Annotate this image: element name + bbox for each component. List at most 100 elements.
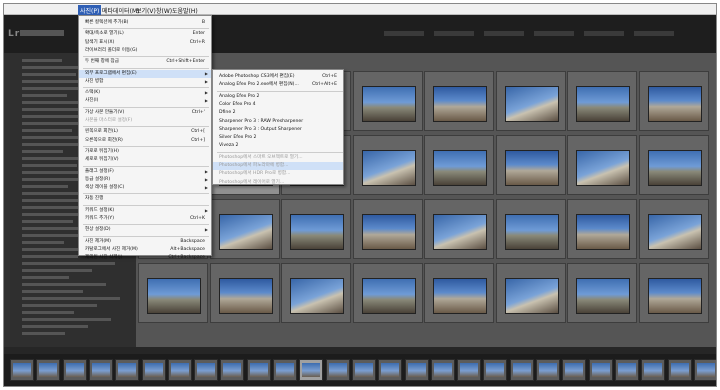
menu-item[interactable]: 제외된 사진 삭제(J) Ctrl+Backspace [79, 254, 211, 262]
filmstrip-thumbnail[interactable] [614, 359, 639, 381]
photo-thumbnail[interactable] [576, 214, 630, 250]
filmstrip-thumbnail[interactable] [430, 359, 455, 381]
grid-cell[interactable] [281, 199, 351, 259]
photo-thumbnail[interactable] [361, 278, 416, 314]
filmstrip-thumbnail[interactable] [325, 359, 350, 381]
photo-thumbnail[interactable] [433, 150, 487, 186]
filmstrip-thumbnail[interactable] [194, 359, 219, 381]
folder-row[interactable] [22, 262, 115, 265]
photo-thumbnail[interactable] [647, 86, 702, 122]
menu-item[interactable]: 자동 진행 [79, 195, 211, 203]
grid-cell[interactable] [352, 135, 423, 195]
menu-item[interactable]: Dfine 2 [213, 109, 343, 117]
folder-row[interactable] [22, 297, 120, 300]
photo-thumbnail[interactable] [290, 214, 344, 250]
menu-item[interactable]: 세로로 뒤집기(V) [79, 156, 211, 164]
grid-cell[interactable] [424, 71, 494, 131]
grid-cell[interactable] [138, 263, 208, 323]
photo-thumbnail[interactable] [504, 86, 559, 122]
folder-row[interactable] [22, 311, 74, 314]
filmstrip-thumbnail[interactable] [10, 359, 34, 381]
grid-cell[interactable] [424, 135, 494, 195]
module-tab-blurred[interactable] [534, 31, 574, 36]
menu-item[interactable]: 사진 병합 ▶ [79, 78, 211, 86]
photo-thumbnail[interactable] [218, 278, 273, 314]
filmstrip-thumbnail[interactable] [299, 359, 324, 381]
grid-cell[interactable] [567, 199, 637, 259]
folder-row[interactable] [22, 269, 92, 272]
menu-item[interactable]: 색상 레이블 설정(C) ▶ [79, 184, 211, 192]
menu-item[interactable]: 카탈로그에서 사진 제거(M) Alt+Backspace [79, 246, 211, 254]
filmstrip-thumbnail[interactable] [62, 359, 87, 381]
menu-item[interactable]: Analog Efex Pro 2.exe에서 편집(N)... Ctrl+Alt… [213, 81, 343, 89]
menu-item[interactable]: Analog Efex Pro 2 [213, 93, 343, 101]
grid-cell[interactable] [209, 263, 280, 323]
menu-item[interactable]: 탐색기 표시(X) Ctrl+R [79, 39, 211, 47]
photo-thumbnail[interactable] [147, 278, 201, 314]
grid-cell[interactable] [638, 199, 709, 259]
filmstrip-thumbnail[interactable] [88, 359, 113, 381]
photo-thumbnail[interactable] [504, 278, 559, 314]
filmstrip-thumbnail[interactable] [536, 359, 560, 381]
grid-cell[interactable] [424, 199, 494, 259]
grid-cell[interactable] [638, 135, 709, 195]
menu-item[interactable]: 가상 사본 만들기(V) Ctrl+' [79, 109, 211, 117]
filmstrip-thumbnail[interactable] [115, 359, 140, 381]
menu-item[interactable]: 등급 설정(R) ▶ [79, 176, 211, 184]
folder-row[interactable] [22, 318, 111, 321]
filmstrip-thumbnail[interactable] [378, 359, 403, 381]
menu-item[interactable]: Adobe Photoshop CS3에서 편집(E) Ctrl+E [213, 73, 343, 81]
module-tab-blurred[interactable] [484, 31, 524, 36]
filmstrip-thumbnail[interactable] [562, 359, 587, 381]
grid-cell[interactable] [495, 135, 566, 195]
module-tab-blurred[interactable] [434, 31, 474, 36]
filmstrip-thumbnail[interactable] [457, 359, 482, 381]
menu-item[interactable]: 외부 프로그램에서 편집(E) ▶ [79, 69, 211, 78]
folder-row[interactable] [22, 143, 86, 146]
menu-item[interactable]: 사진(I) ▶ [79, 97, 211, 105]
folder-row[interactable] [22, 129, 72, 132]
menu-item[interactable]: 키워드 설정(K) ▶ [79, 207, 211, 215]
photo-thumbnail[interactable] [647, 214, 702, 250]
menu-item[interactable]: Viveza 2 [213, 142, 343, 150]
menu-item[interactable]: 현상 설정(D) ▶ [79, 226, 211, 234]
filmstrip-thumbnail[interactable] [693, 359, 716, 381]
photo-thumbnail[interactable] [647, 150, 702, 186]
folder-row[interactable] [22, 304, 97, 307]
filmstrip-thumbnail[interactable] [509, 359, 534, 381]
menu-item[interactable]: 라이브러리 폴더로 이동(G) [79, 47, 211, 55]
grid-cell[interactable] [495, 263, 566, 323]
menu-item[interactable]: Silver Efex Pro 2 [213, 134, 343, 142]
folder-row[interactable] [22, 199, 82, 202]
menu-item[interactable]: 키워드 추가(Y) Ctrl+K [79, 215, 211, 223]
menu-item[interactable]: 확대/축소로 열기(L) Enter [79, 30, 211, 38]
menu-item[interactable]: 플래그 설정(F) ▶ [79, 168, 211, 176]
filmstrip-thumbnail[interactable] [167, 359, 192, 381]
menu-item[interactable]: Color Efex Pro 4 [213, 101, 343, 109]
menu-item[interactable]: Photoshop에서 레이어로 열기... [213, 179, 343, 187]
menu-item[interactable]: Sharpener Pro 3 : RAW Presharpener [213, 118, 343, 126]
folder-row[interactable] [22, 283, 106, 286]
grid-cell[interactable] [281, 263, 351, 323]
grid-cell[interactable] [352, 263, 423, 323]
filmstrip-thumbnail[interactable] [246, 359, 271, 381]
filmstrip-thumbnail[interactable] [351, 359, 376, 381]
filmstrip-thumbnail[interactable] [220, 359, 245, 381]
menu-item[interactable]: 빠른 컬렉션에 추가(B) B [79, 19, 211, 27]
module-tab-blurred[interactable] [384, 31, 424, 36]
menu-item[interactable]: 오른쪽으로 회전(R) Ctrl+] [79, 137, 211, 145]
menu-item[interactable]: 스택(K) ▶ [79, 89, 211, 97]
photo-thumbnail[interactable] [433, 86, 487, 122]
folder-row[interactable] [22, 185, 68, 188]
menu-item[interactable]: 가로로 뒤집기(H) [79, 148, 211, 156]
grid-cell[interactable] [567, 71, 637, 131]
grid-cell[interactable] [638, 263, 709, 323]
folder-row[interactable] [22, 164, 77, 167]
filmstrip-thumbnail[interactable] [36, 359, 61, 381]
folder-row[interactable] [22, 220, 73, 223]
grid-cell[interactable] [495, 199, 566, 259]
module-tab-blurred[interactable] [584, 31, 624, 36]
grid-cell[interactable] [567, 263, 637, 323]
menu-item[interactable]: 사진 제거(M) Backspace [79, 238, 211, 246]
folder-row[interactable] [22, 255, 78, 258]
